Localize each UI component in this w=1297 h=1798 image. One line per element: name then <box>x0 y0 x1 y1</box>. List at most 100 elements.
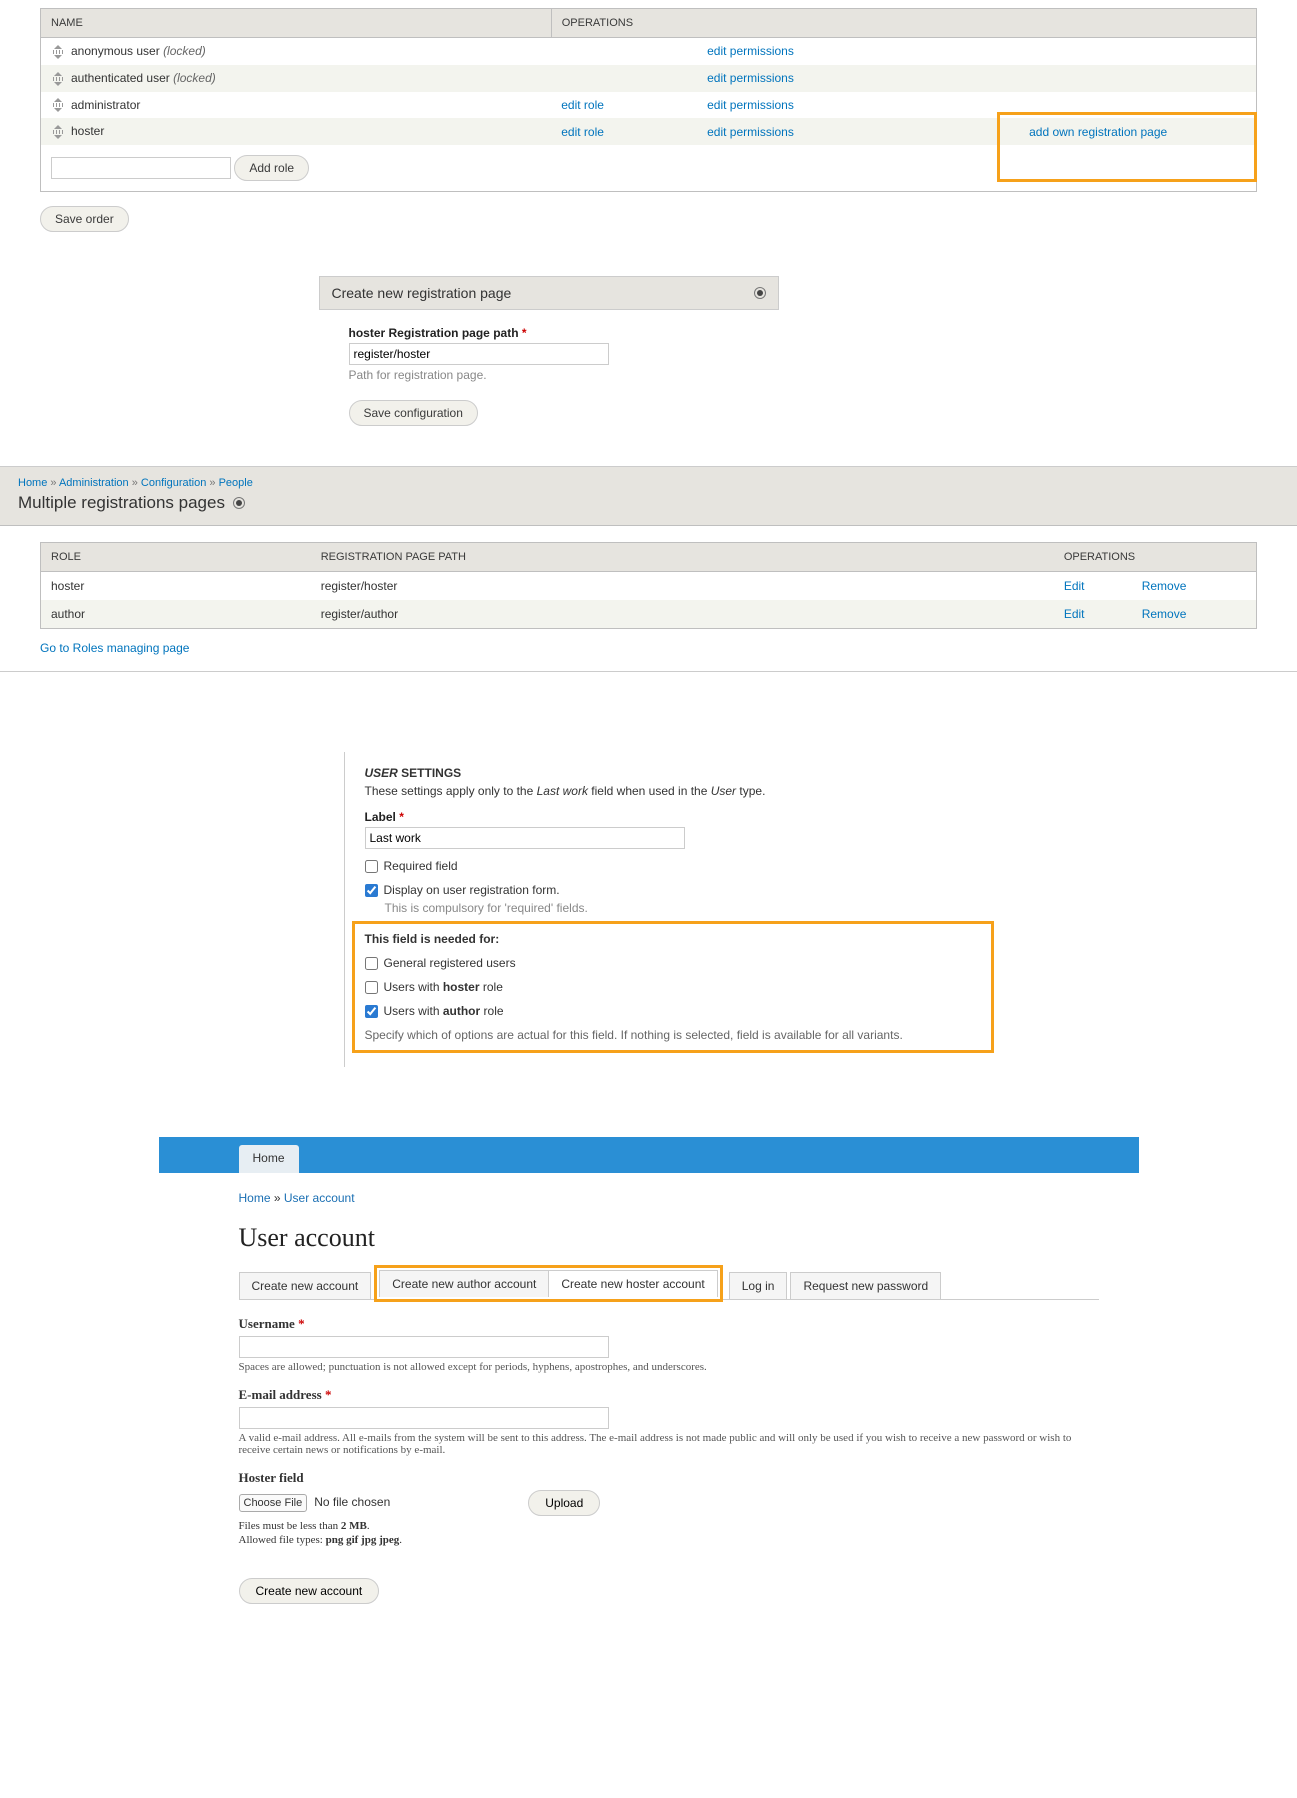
tab-create-hoster[interactable]: Create new hoster account <box>549 1270 717 1297</box>
label-label: Label * <box>365 810 984 824</box>
required-label: Required field <box>384 859 458 873</box>
hoster-field-label: Hoster field <box>239 1470 1099 1486</box>
role-name: administrator <box>71 98 140 112</box>
choose-file-button[interactable]: Choose File <box>239 1494 308 1512</box>
upload-button[interactable]: Upload <box>528 1490 600 1516</box>
drag-icon[interactable] <box>51 72 65 86</box>
roles-table: NAME OPERATIONS anonymous user (locked) … <box>40 8 1257 192</box>
highlight-needed-for: This field is needed for: General regist… <box>352 921 994 1053</box>
edit-link[interactable]: Edit <box>1064 607 1085 621</box>
drag-icon[interactable] <box>51 125 65 139</box>
path-cell: register/author <box>311 600 1054 629</box>
col-path-header: REGISTRATION PAGE PATH <box>311 543 1054 572</box>
remove-link[interactable]: Remove <box>1142 579 1187 593</box>
drag-icon[interactable] <box>51 98 65 112</box>
locked-label: (locked) <box>173 71 216 85</box>
hoster-role-checkbox[interactable] <box>365 981 378 994</box>
col-role-header: ROLE <box>41 543 311 572</box>
add-own-reg-page-link[interactable]: add own registration page <box>1029 125 1167 139</box>
create-reg-page-title: Create new registration page <box>332 285 512 301</box>
email-hint: A valid e-mail address. All e-mails from… <box>239 1432 1099 1456</box>
display-label: Display on user registration form. <box>384 883 560 897</box>
col-ops-header: OPERATIONS <box>551 9 1256 38</box>
needed-for-header: This field is needed for: <box>365 932 981 946</box>
username-label: Username * <box>239 1316 1099 1332</box>
table-row: authenticated user (locked) edit permiss… <box>41 65 1257 92</box>
add-role-row: Add role <box>41 145 1257 192</box>
hoster-role-label: Users with hoster role <box>384 980 503 994</box>
col-name-header: NAME <box>41 9 552 38</box>
edit-permissions-link[interactable]: edit permissions <box>707 98 794 112</box>
table-row: hoster register/hoster Edit Remove <box>41 572 1257 601</box>
bc-people[interactable]: People <box>219 477 253 489</box>
user-settings-desc: These settings apply only to the Last wo… <box>365 784 984 798</box>
save-config-button[interactable]: Save configuration <box>349 400 478 426</box>
display-hint: This is compulsory for 'required' fields… <box>385 901 984 915</box>
bc-admin[interactable]: Administration <box>59 477 129 489</box>
table-row: hoster edit role edit permissions add ow… <box>41 118 1257 145</box>
path-cell: register/hoster <box>311 572 1054 601</box>
general-users-label: General registered users <box>384 956 516 970</box>
author-role-checkbox[interactable] <box>365 1005 378 1018</box>
path-label: hoster Registration page path * <box>349 326 779 340</box>
circle-icon <box>754 287 766 299</box>
page-title: Multiple registrations pages <box>18 493 1279 513</box>
add-role-button[interactable]: Add role <box>234 155 309 181</box>
tab-request-password[interactable]: Request new password <box>790 1272 941 1299</box>
circle-icon <box>233 497 245 509</box>
table-row: administrator edit role edit permissions <box>41 92 1257 119</box>
remove-link[interactable]: Remove <box>1142 607 1187 621</box>
file-size-hint: Files must be less than 2 MB. <box>239 1520 1099 1532</box>
role-cell: author <box>41 600 311 629</box>
manage-roles-link[interactable]: Go to Roles managing page <box>40 641 189 655</box>
username-hint: Spaces are allowed; punctuation is not a… <box>239 1361 1099 1373</box>
accordion-header[interactable]: Create new registration page <box>319 276 779 310</box>
table-row: anonymous user (locked) edit permissions <box>41 38 1257 65</box>
reg-pages-table: ROLE REGISTRATION PAGE PATH OPERATIONS h… <box>40 542 1257 629</box>
required-checkbox[interactable] <box>365 860 378 873</box>
tab-create-author[interactable]: Create new author account <box>379 1270 549 1297</box>
drag-icon[interactable] <box>51 45 65 59</box>
edit-permissions-link[interactable]: edit permissions <box>707 71 794 85</box>
edit-link[interactable]: Edit <box>1064 579 1085 593</box>
edit-role-link[interactable]: edit role <box>561 125 604 139</box>
highlight-role-tabs: Create new author account Create new hos… <box>374 1265 723 1302</box>
author-role-label: Users with author role <box>384 1004 504 1018</box>
tab-create-account[interactable]: Create new account <box>239 1272 372 1299</box>
role-name: authenticated user <box>71 71 170 85</box>
user-settings-heading: USER SETTINGS <box>365 766 984 780</box>
tab-home[interactable]: Home <box>239 1145 299 1173</box>
create-account-button[interactable]: Create new account <box>239 1578 380 1604</box>
path-hint: Path for registration page. <box>349 368 779 382</box>
role-name: hoster <box>71 124 104 138</box>
bc-config[interactable]: Configuration <box>141 477 206 489</box>
label-input[interactable] <box>365 827 685 849</box>
new-role-input[interactable] <box>51 157 231 179</box>
edit-permissions-link[interactable]: edit permissions <box>707 44 794 58</box>
account-tabs: Create new account Create new author acc… <box>239 1265 1099 1300</box>
role-cell: hoster <box>41 572 311 601</box>
edit-permissions-link[interactable]: edit permissions <box>707 125 794 139</box>
username-input[interactable] <box>239 1336 609 1358</box>
general-users-checkbox[interactable] <box>365 957 378 970</box>
breadcrumb: Home » Administration » Configuration » … <box>18 477 1279 489</box>
top-nav-bar: Home <box>159 1137 1139 1173</box>
file-chosen-label: No file chosen <box>314 1495 390 1509</box>
col-ops-header: OPERATIONS <box>1054 543 1257 572</box>
allowed-types-hint: Allowed file types: png gif jpg jpeg. <box>239 1534 1099 1546</box>
email-input[interactable] <box>239 1407 609 1429</box>
bc-home[interactable]: Home <box>18 477 47 489</box>
table-row: author register/author Edit Remove <box>41 600 1257 629</box>
spec-hint: Specify which of options are actual for … <box>365 1028 981 1042</box>
breadcrumb: Home » User account <box>239 1191 1099 1205</box>
page-title: User account <box>239 1223 1099 1253</box>
bc-home[interactable]: Home <box>239 1191 271 1205</box>
save-order-button[interactable]: Save order <box>40 206 129 232</box>
display-reg-checkbox[interactable] <box>365 884 378 897</box>
locked-label: (locked) <box>163 44 206 58</box>
edit-role-link[interactable]: edit role <box>561 98 604 112</box>
tab-login[interactable]: Log in <box>729 1272 788 1299</box>
role-name: anonymous user <box>71 44 160 58</box>
bc-user-account[interactable]: User account <box>284 1191 355 1205</box>
path-input[interactable] <box>349 343 609 365</box>
